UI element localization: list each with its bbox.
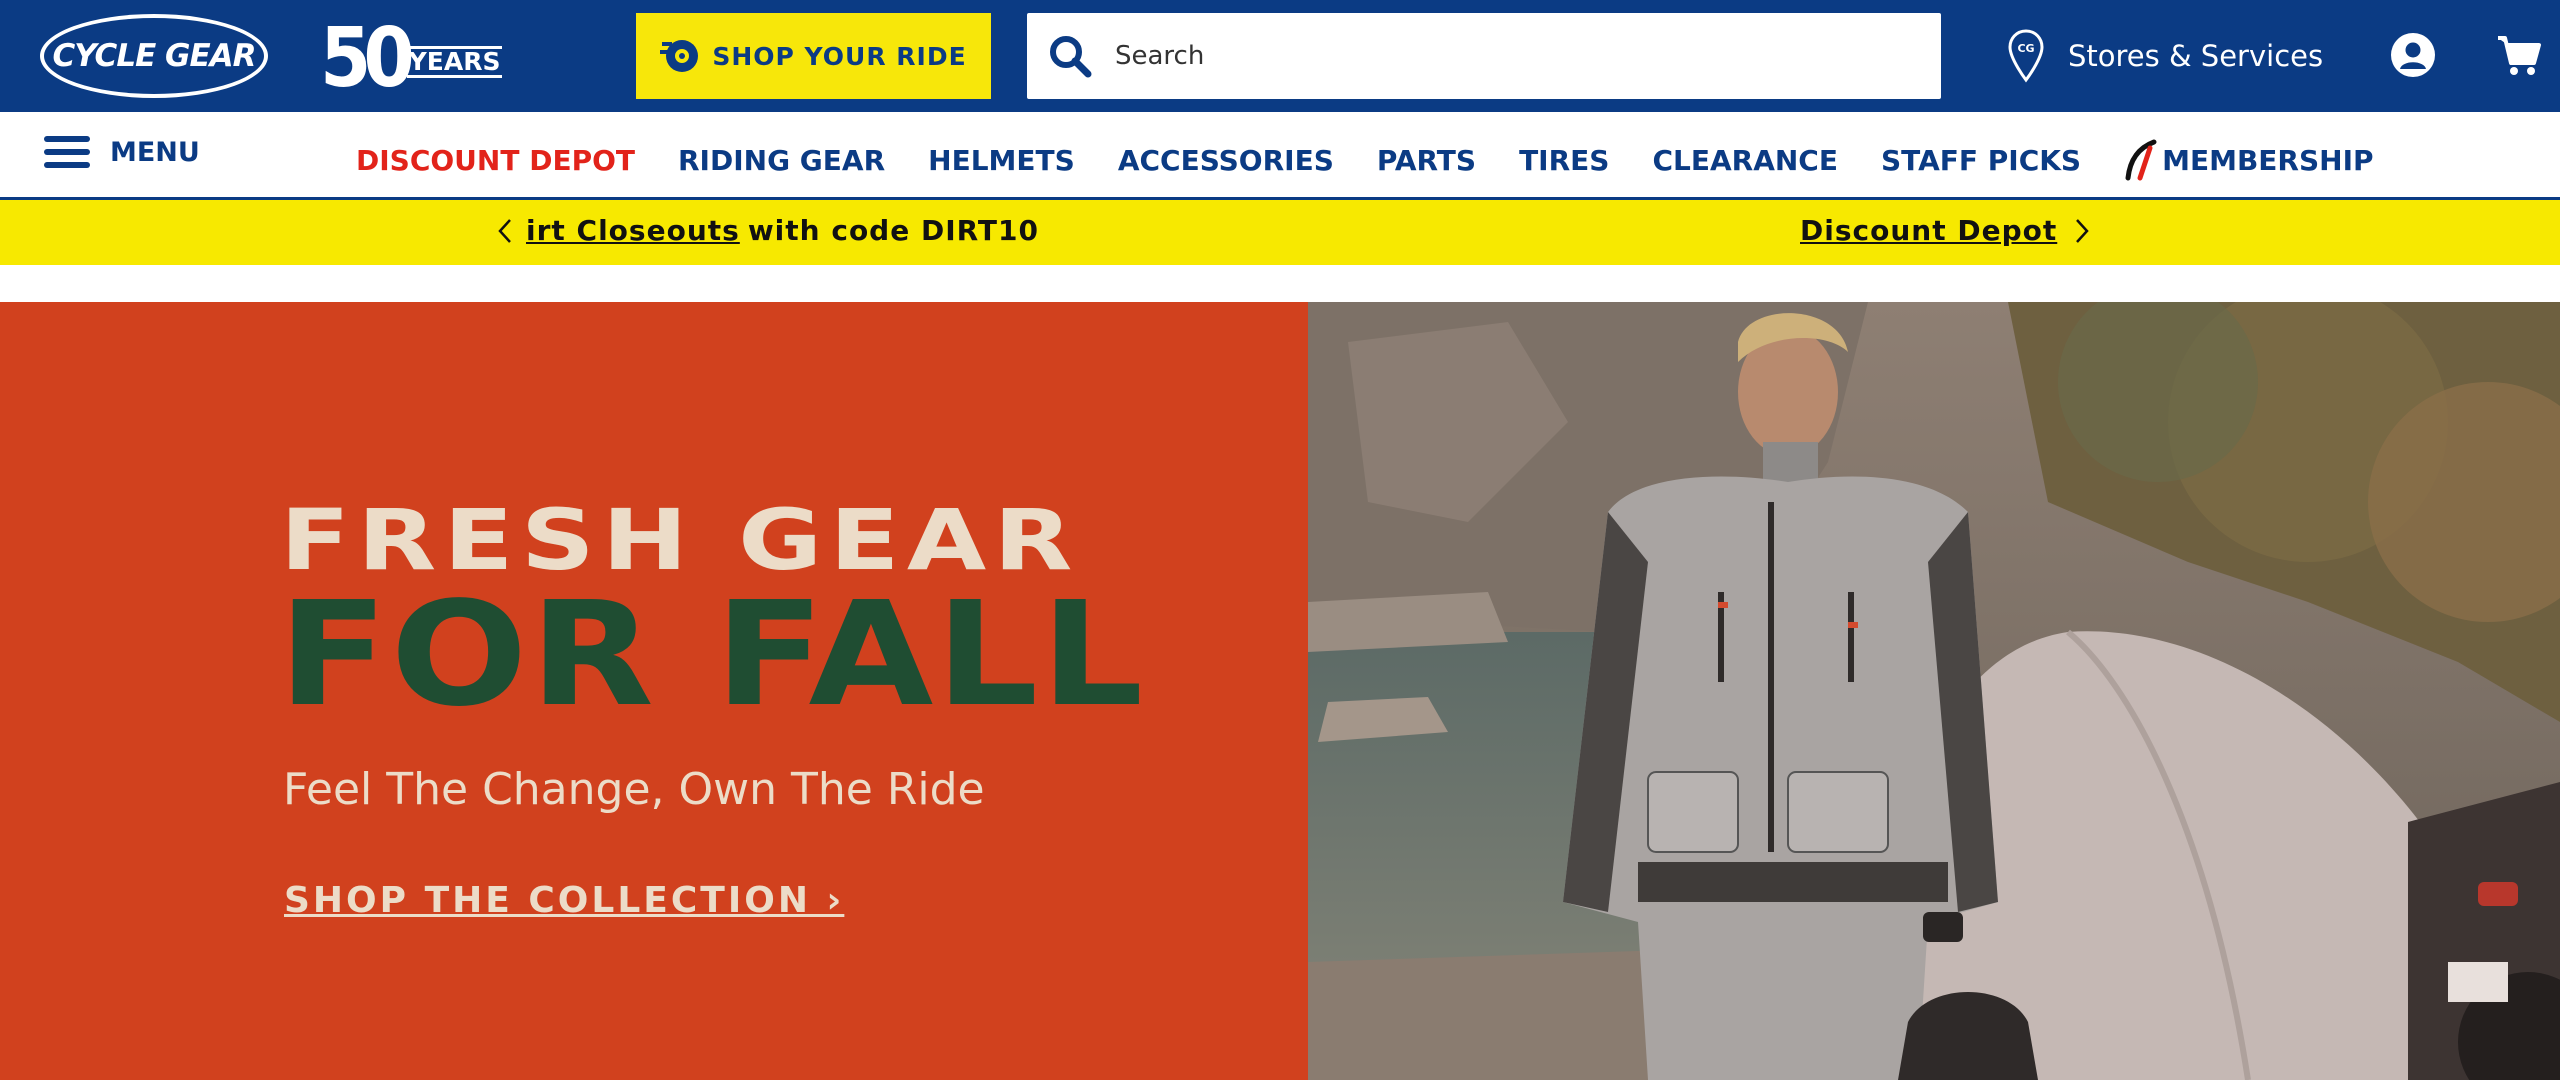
anniversary-label: YEARS bbox=[406, 46, 503, 78]
hero-headline-bottom: FOR FALL bbox=[278, 570, 1146, 738]
svg-text:CG: CG bbox=[2017, 42, 2034, 55]
nav-membership[interactable]: MEMBERSHIP bbox=[2124, 138, 2374, 182]
nav-helmets[interactable]: HELMETS bbox=[928, 144, 1075, 177]
nav-discount-depot[interactable]: DISCOUNT DEPOT bbox=[356, 144, 635, 177]
anniversary-number: 50 bbox=[320, 11, 415, 106]
search-input[interactable] bbox=[1115, 41, 1915, 71]
stores-and-services-link[interactable]: CG Stores & Services bbox=[2006, 26, 2323, 86]
promo-discount-depot-link[interactable]: Discount Depot bbox=[1800, 214, 2057, 247]
nav-staff-picks[interactable]: STAFF PICKS bbox=[1881, 144, 2081, 177]
chevron-left-icon[interactable] bbox=[494, 216, 518, 246]
search-bar[interactable] bbox=[1027, 13, 1941, 99]
nav-accessories[interactable]: ACCESSORIES bbox=[1118, 144, 1334, 177]
nav-clearance[interactable]: CLEARANCE bbox=[1652, 144, 1838, 177]
hero-subheadline: Feel The Change, Own The Ride bbox=[283, 764, 985, 815]
chevron-right-icon[interactable] bbox=[2069, 216, 2093, 246]
promo-dirt-closeouts-link[interactable]: irt Closeouts bbox=[526, 214, 740, 247]
hero-banner[interactable]: FRESH GEAR FOR FALL Feel The Change, Own… bbox=[0, 302, 2560, 1080]
tire-icon bbox=[660, 40, 699, 72]
location-pin-icon: CG bbox=[2008, 29, 2044, 83]
hero-rider-photo bbox=[1308, 302, 2560, 1080]
cart-icon[interactable] bbox=[2496, 32, 2542, 78]
hero-text-panel: FRESH GEAR FOR FALL Feel The Change, Own… bbox=[0, 302, 1308, 1080]
menu-button[interactable]: MENU bbox=[44, 136, 200, 168]
top-header: CYCLE GEAR 50 YEARS SHOP YOUR RIDE CG St… bbox=[0, 0, 2560, 112]
menu-label: MENU bbox=[110, 136, 200, 168]
category-links: DISCOUNT DEPOT RIDING GEAR HELMETS ACCES… bbox=[356, 138, 2374, 182]
logo-text: CYCLE GEAR bbox=[52, 38, 256, 74]
promo-right-item: Discount Depot bbox=[1800, 214, 2093, 247]
membership-swoosh-icon bbox=[2125, 139, 2157, 181]
promo-left-item: irt Closeouts with code DIRT10 bbox=[494, 214, 1039, 247]
shop-the-collection-link[interactable]: SHOP THE COLLECTION › bbox=[284, 880, 844, 921]
anniversary-badge: 50 YEARS bbox=[320, 11, 503, 106]
nav-riding-gear[interactable]: RIDING GEAR bbox=[678, 144, 885, 177]
nav-tires[interactable]: TIRES bbox=[1519, 144, 1609, 177]
nav-parts[interactable]: PARTS bbox=[1377, 144, 1476, 177]
main-navigation: MENU DISCOUNT DEPOT RIDING GEAR HELMETS … bbox=[0, 112, 2560, 200]
promo-carousel: irt Closeouts with code DIRT10 Discount … bbox=[0, 200, 2560, 265]
hamburger-icon bbox=[44, 136, 90, 168]
account-icon[interactable] bbox=[2390, 32, 2436, 78]
shop-your-ride-button[interactable]: SHOP YOUR RIDE bbox=[636, 13, 991, 99]
membership-label: MEMBERSHIP bbox=[2162, 143, 2374, 177]
cycle-gear-logo[interactable]: CYCLE GEAR bbox=[40, 14, 268, 98]
search-icon[interactable] bbox=[1047, 33, 1093, 79]
shop-your-ride-label: SHOP YOUR RIDE bbox=[712, 41, 967, 71]
stores-label: Stores & Services bbox=[2068, 39, 2324, 73]
promo-code-text: with code DIRT10 bbox=[747, 214, 1039, 247]
